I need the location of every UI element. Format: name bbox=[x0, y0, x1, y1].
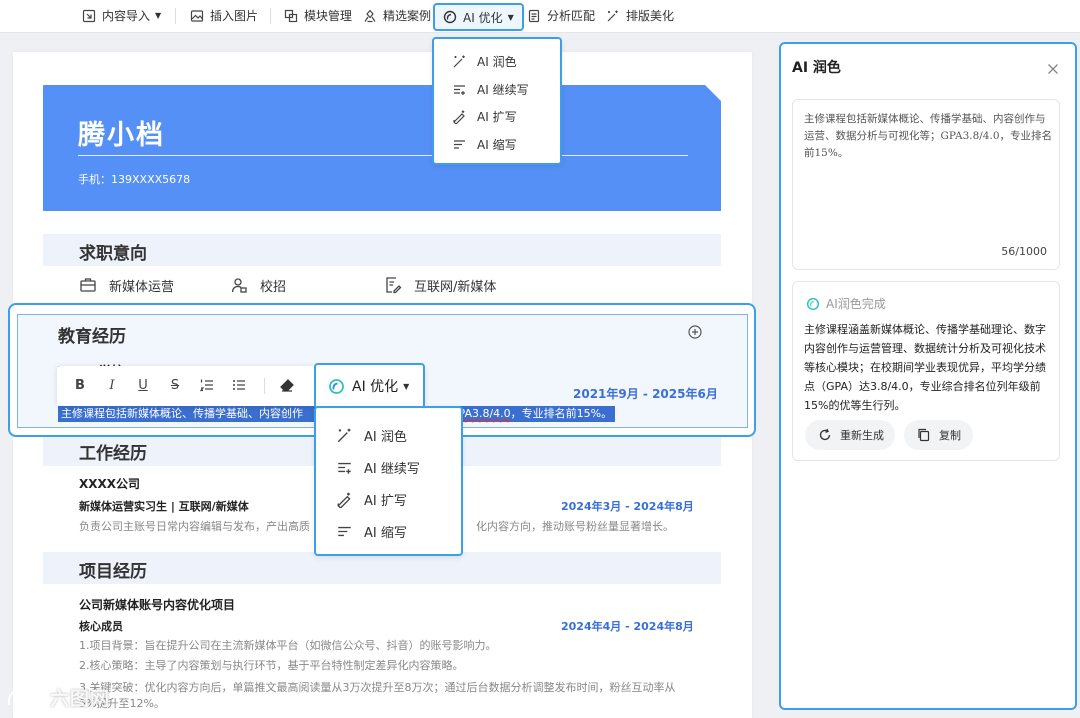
menu-item-ai-polish[interactable]: AI 润色 bbox=[434, 48, 560, 76]
result-status: AI润色完成 bbox=[806, 295, 886, 312]
refresh-icon bbox=[818, 428, 832, 442]
project-role: 核心成员 bbox=[79, 620, 123, 633]
menu-item-ai-expand[interactable]: AI 扩写 bbox=[316, 483, 461, 515]
section-title: 求职意向 bbox=[79, 244, 147, 264]
menu-item-ai-expand[interactable]: AI 扩写 bbox=[434, 103, 560, 131]
project-section-header[interactable]: 项目经历 bbox=[43, 552, 721, 584]
cases-button[interactable]: 精选案例 bbox=[363, 0, 431, 31]
briefcase-icon bbox=[79, 276, 97, 294]
section-title: 项目经历 bbox=[79, 562, 147, 582]
copy-icon bbox=[917, 428, 931, 442]
clear-format-button[interactable] bbox=[278, 376, 296, 394]
continue-writing-icon bbox=[336, 459, 353, 476]
close-icon bbox=[1048, 64, 1058, 74]
toolbar-divider bbox=[270, 8, 271, 24]
import-icon bbox=[82, 9, 96, 23]
menu-item-ai-shorten[interactable]: AI 缩写 bbox=[316, 515, 461, 547]
phone-number: 手机：139XXXX5678 bbox=[78, 173, 191, 186]
bullet-list-button[interactable] bbox=[230, 376, 248, 394]
strikethrough-button[interactable]: S bbox=[166, 376, 184, 394]
section-title: 教育经历 bbox=[58, 327, 126, 347]
expand-writing-icon bbox=[336, 491, 353, 508]
layout-beautify-button[interactable]: 排版美化 bbox=[606, 0, 674, 31]
polish-result-card: AI润色完成 主修课程涵盖新媒体概论、传播学基础理论、数字内容创作与运营管理、数… bbox=[792, 281, 1060, 461]
project-line: 3.关键突破：优化内容方向后，单篇推文最高阅读量从3万次提升至8万次；通过后台数… bbox=[79, 681, 676, 694]
expand-writing-icon bbox=[452, 109, 467, 125]
ai-polish-panel: AI 润色 主修课程包括新媒体概论、传播学基础、内容创作与运营、数据分析与可视化… bbox=[779, 42, 1077, 710]
source-text-input[interactable]: 主修课程包括新媒体概论、传播学基础、内容创作与运营、数据分析与可视化等；GPA3… bbox=[792, 99, 1060, 270]
intent-industry[interactable]: 互联网/新媒体 bbox=[384, 274, 496, 296]
education-date: 2021年9月 - 2025年6月 bbox=[573, 387, 718, 401]
analysis-match-button[interactable]: 分析匹配 bbox=[527, 0, 595, 31]
panel-title: AI 润色 bbox=[792, 60, 841, 76]
section-title: 工作经历 bbox=[79, 444, 147, 464]
shorten-writing-icon bbox=[452, 137, 467, 152]
menu-item-ai-shorten[interactable]: AI 缩写 bbox=[434, 131, 560, 159]
top-toolbar: 内容导入 ▼ 插入图片 模块管理 精选案例 AI 优化 ▼ 分析匹配 排版美化 bbox=[0, 0, 1080, 33]
toolbar-divider bbox=[264, 378, 265, 394]
user-card-icon bbox=[230, 276, 248, 294]
ai-optimize-dropdown-top: AI 润色 AI 继续写 AI 扩写 AI 缩写 bbox=[432, 37, 562, 165]
work-description: 负责公司主账号日常内容编辑与发布，产出高质 bbox=[79, 520, 310, 533]
work-company: XXXX公司 bbox=[79, 477, 141, 491]
work-date: 2024年3月 - 2024年8月 bbox=[561, 500, 694, 513]
project-line: 2.核心策略：主导了内容策划与执行环节，基于平台特性制定差异化内容策略。 bbox=[79, 659, 464, 672]
shorten-writing-icon bbox=[336, 523, 353, 540]
module-manage-button[interactable]: 模块管理 bbox=[284, 0, 352, 31]
edit-document-icon bbox=[384, 276, 402, 294]
caret-down-icon: ▼ bbox=[155, 11, 162, 20]
polished-text: 主修课程涵盖新媒体概论、传播学基础理论、数字内容创作与运营管理、数据统计分析及可… bbox=[804, 323, 1046, 412]
menu-item-ai-continue[interactable]: AI 继续写 bbox=[316, 451, 461, 483]
ai-optimize-toolbar-button[interactable]: AI 优化 ▼ bbox=[433, 3, 524, 31]
toolbar-divider bbox=[175, 8, 176, 24]
caret-down-icon: ▼ bbox=[507, 12, 514, 22]
project-date: 2024年4月 - 2024年8月 bbox=[561, 620, 694, 633]
intent-position[interactable]: 新媒体运营 bbox=[79, 274, 174, 296]
cases-icon bbox=[363, 9, 377, 23]
close-button[interactable] bbox=[1047, 60, 1059, 74]
menu-item-ai-polish[interactable]: AI 润色 bbox=[316, 419, 461, 451]
italic-button[interactable]: I bbox=[103, 376, 121, 394]
document-analysis-icon bbox=[527, 9, 541, 23]
plus-circle-icon bbox=[688, 325, 702, 339]
ai-optimize-dropdown-inline: AI 润色 AI 继续写 AI 扩写 AI 缩写 bbox=[314, 406, 463, 556]
resume-header[interactable]: 腾小档 手机：139XXXX5678 bbox=[43, 85, 721, 211]
bullet-list-icon bbox=[233, 380, 245, 390]
ordered-list-button[interactable] bbox=[198, 376, 216, 394]
magic-wand-icon bbox=[606, 9, 620, 23]
magic-wand-icon bbox=[336, 427, 353, 444]
ordered-list-icon bbox=[199, 379, 213, 392]
menu-item-ai-continue[interactable]: AI 继续写 bbox=[434, 76, 560, 104]
candidate-name: 腾小档 bbox=[78, 120, 165, 151]
ai-spiral-icon bbox=[806, 297, 820, 311]
continue-writing-icon bbox=[452, 82, 467, 97]
source-text: 主修课程包括新媒体概论、传播学基础、内容创作与运营、数据分析与可视化等；GPA3… bbox=[804, 113, 1053, 159]
project-name: 公司新媒体账号内容优化项目 bbox=[79, 598, 236, 612]
work-description-tail: 化内容方向，推动账号粉丝量显著增长。 bbox=[476, 520, 674, 533]
regenerate-button[interactable]: 重新生成 bbox=[805, 420, 895, 450]
modules-icon bbox=[284, 9, 298, 23]
ai-spiral-icon bbox=[328, 378, 345, 395]
watermark: 六图网 bbox=[6, 684, 110, 711]
import-button[interactable]: 内容导入 ▼ bbox=[82, 0, 161, 31]
intent-type[interactable]: 校招 bbox=[230, 274, 286, 296]
intent-section-header[interactable]: 求职意向 bbox=[43, 234, 721, 266]
header-divider bbox=[78, 155, 688, 156]
project-line: 1.项目背景：旨在提升公司在主流新媒体平台（如微信公众号、抖音）的账号影响力。 bbox=[79, 639, 497, 652]
caret-down-icon: ▼ bbox=[403, 381, 410, 391]
eraser-icon bbox=[280, 379, 294, 392]
text-format-toolbar: B I U S AI 优化 ▼ bbox=[57, 363, 425, 409]
watermark-logo-icon bbox=[7, 689, 46, 706]
bold-button[interactable]: B bbox=[71, 376, 89, 394]
image-icon bbox=[190, 9, 204, 23]
work-role: 新媒体运营实习生 | 互联网/新媒体 bbox=[79, 500, 249, 513]
ai-spiral-icon bbox=[443, 10, 457, 24]
char-counter: 56/1000 bbox=[1001, 245, 1047, 258]
copy-button[interactable]: 复制 bbox=[904, 420, 973, 450]
ai-optimize-inline-button[interactable]: AI 优化 ▼ bbox=[314, 363, 425, 409]
insert-image-button[interactable]: 插入图片 bbox=[190, 0, 258, 31]
add-entry-button[interactable] bbox=[688, 324, 702, 339]
magic-wand-icon bbox=[452, 54, 467, 69]
underline-button[interactable]: U bbox=[134, 376, 152, 394]
